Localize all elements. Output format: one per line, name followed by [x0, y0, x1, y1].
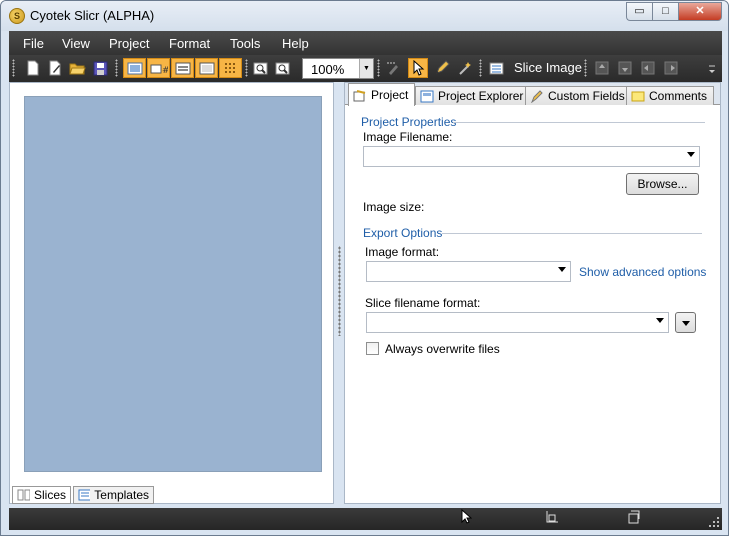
browse-button[interactable]: Browse... — [626, 173, 699, 195]
cursor-position-icon — [461, 509, 472, 524]
zoom-value: 100% — [311, 62, 345, 77]
close-button[interactable]: ✕ — [678, 2, 722, 21]
toolbar-grip[interactable] — [12, 59, 15, 77]
zoom-combo[interactable]: 100% ▼ — [302, 58, 374, 79]
window-title: Cyotek Slicr (ALPHA) — [30, 8, 155, 23]
toolbar-grip[interactable] — [377, 59, 380, 77]
tab-templates[interactable]: Templates — [73, 486, 154, 504]
always-overwrite-checkbox[interactable] — [366, 342, 379, 355]
pointer-icon[interactable] — [408, 58, 428, 78]
save-icon[interactable] — [90, 58, 110, 78]
section-divider — [442, 233, 702, 234]
project-explorer-icon — [420, 90, 434, 102]
panel-alt-icon[interactable] — [195, 58, 218, 78]
image-dimensions-icon — [628, 510, 640, 524]
chevron-down-icon — [682, 321, 690, 326]
comments-icon — [631, 91, 645, 101]
tab-project-label: Project — [371, 87, 409, 102]
chevron-down-icon[interactable]: ▼ — [359, 59, 373, 78]
image-format-combo[interactable] — [366, 261, 571, 282]
tab-project-explorer[interactable]: Project Explorer — [415, 86, 531, 105]
tab-slices-label: Slices — [33, 488, 66, 502]
pencil-icon[interactable] — [432, 58, 452, 78]
slice-image-icon[interactable] — [487, 58, 507, 78]
zoom-fit-icon[interactable] — [273, 58, 293, 78]
app-window: S Cyotek Slicr (ALPHA) ▭ □ ✕ File View P… — [0, 0, 729, 536]
tab-custom-fields[interactable]: Custom Fields — [525, 86, 632, 105]
app-icon: S — [9, 8, 25, 24]
window-controls: ▭ □ ✕ — [626, 2, 722, 21]
slices-icon — [17, 489, 30, 501]
selection-size-icon — [546, 511, 558, 523]
menu-tools[interactable]: Tools — [230, 36, 260, 51]
toolbar-grip[interactable] — [245, 59, 248, 77]
maximize-button[interactable]: □ — [652, 2, 678, 21]
toolbar-grip[interactable] — [115, 59, 118, 77]
show-advanced-options-link[interactable]: Show advanced options — [579, 265, 706, 279]
zoom-in-icon[interactable] — [251, 58, 271, 78]
tab-comments-label: Comments — [649, 88, 708, 103]
project-properties-heading: Project Properties — [361, 115, 457, 129]
section-divider — [453, 122, 705, 123]
tab-slices[interactable]: Slices — [12, 486, 71, 504]
chevron-down-icon[interactable] — [687, 152, 695, 157]
filename-format-menu-button[interactable] — [675, 312, 696, 333]
splitter-grip[interactable] — [338, 246, 341, 336]
wand-icon[interactable] — [455, 58, 475, 78]
status-bar — [9, 508, 722, 530]
toolbar-grip[interactable] — [479, 59, 482, 77]
project-icon — [353, 89, 366, 101]
tab-templates-label: Templates — [94, 488, 149, 502]
image-canvas[interactable] — [24, 96, 322, 472]
export-options-heading: Export Options — [363, 226, 443, 240]
menu-view[interactable]: View — [62, 36, 90, 51]
menu-project[interactable]: Project — [109, 36, 149, 51]
move-up-icon[interactable] — [592, 58, 612, 78]
tab-custom-fields-label: Custom Fields — [548, 88, 625, 103]
slice-filename-format-label: Slice filename format: — [365, 296, 481, 310]
tab-project[interactable]: Project — [348, 83, 416, 106]
move-down-icon[interactable] — [615, 58, 635, 78]
title-bar[interactable]: S Cyotek Slicr (ALPHA) ▭ □ ✕ — [1, 1, 728, 31]
select-slices-icon[interactable] — [383, 58, 403, 78]
open-folder-icon[interactable] — [67, 58, 87, 78]
menu-help[interactable]: Help — [282, 36, 309, 51]
new-file-icon[interactable] — [23, 58, 43, 78]
move-left-icon[interactable] — [638, 58, 658, 78]
slice-image-button[interactable]: Slice Image — [514, 60, 582, 75]
tab-project-explorer-label: Project Explorer — [438, 88, 524, 103]
edit-file-icon[interactable] — [45, 58, 65, 78]
image-filename-combo[interactable] — [363, 146, 700, 167]
panel-icon[interactable] — [171, 58, 194, 78]
slice-filename-format-combo[interactable] — [366, 312, 669, 333]
toolbar: # 100% ▼ — [9, 55, 722, 82]
toolbar-grip[interactable] — [584, 59, 587, 77]
custom-fields-icon — [531, 89, 543, 103]
image-slice-icon[interactable]: # — [147, 58, 170, 78]
menu-file[interactable]: File — [23, 36, 44, 51]
image-icon[interactable] — [123, 58, 146, 78]
move-right-icon[interactable] — [661, 58, 681, 78]
chevron-down-icon[interactable] — [656, 318, 664, 323]
templates-icon — [78, 489, 91, 501]
image-format-label: Image format: — [365, 245, 440, 259]
left-tabstrip: Slices Templates — [10, 485, 333, 504]
tab-comments[interactable]: Comments — [626, 86, 715, 105]
image-filename-label: Image Filename: — [363, 130, 453, 144]
always-overwrite-label[interactable]: Always overwrite files — [385, 342, 500, 356]
grid-icon[interactable] — [219, 58, 242, 78]
window-frame-bottom — [1, 530, 728, 535]
svg-text:#: # — [162, 66, 168, 75]
toolbar-overflow-icon[interactable] — [706, 58, 718, 78]
menu-format[interactable]: Format — [169, 36, 210, 51]
canvas-pane: Slices Templates — [9, 82, 334, 504]
minimize-button[interactable]: ▭ — [626, 2, 652, 21]
properties-pane: Project Project Explorer Custom Fields C… — [344, 82, 721, 504]
image-size-label: Image size: — [363, 200, 425, 214]
resize-grip-icon[interactable] — [709, 517, 720, 528]
menu-bar: File View Project Format Tools Help — [9, 31, 722, 55]
chevron-down-icon[interactable] — [558, 267, 566, 272]
properties-tabstrip: Project Project Explorer Custom Fields C… — [345, 83, 720, 106]
